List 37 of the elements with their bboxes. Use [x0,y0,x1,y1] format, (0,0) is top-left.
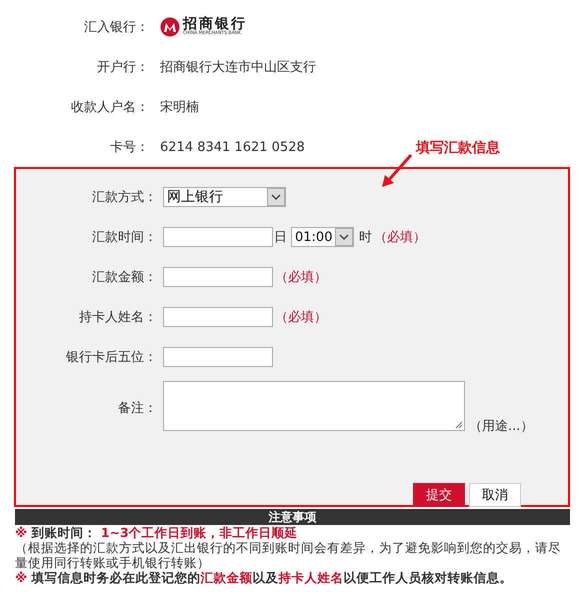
input-field[interactable] [163,227,273,247]
resize-grip-icon[interactable] [455,421,463,429]
field-label: 汇款方式： [91,189,158,206]
notice-header: 注意事项 [15,509,570,525]
text-area[interactable] [163,381,465,431]
field-value: 招商银行大连市中山区支行 [160,59,316,76]
input-field[interactable] [163,347,273,367]
hint-text: （用途...） [469,418,534,435]
submit-button[interactable]: 提交 [413,483,465,507]
dropdown[interactable]: 01:00 [291,227,354,247]
input-field[interactable] [163,307,273,327]
bank-logo-icon [160,17,180,37]
required-note: （必填） [275,269,327,286]
field-value: 6214 8341 1621 0528 [160,140,305,154]
dropdown[interactable]: 网上银行 [163,187,286,207]
required-note: （必填） [374,229,426,246]
required-note: （必填） [275,309,327,326]
field-label: 收款人户名： [70,99,150,116]
annotation-text: 填写汇款信息 [416,139,500,157]
arrow-icon [380,153,414,189]
field-label: 汇入银行： [83,19,150,36]
input-field[interactable] [163,267,273,287]
field-label: 备注： [117,400,158,417]
field-label: 卡号： [109,139,150,156]
notice-text: （根据选择的汇款方式以及汇出银行的不同到账时间会有差异，为了避免影响到您的交易，请尽量使用同行转账或手机银行转账） [15,540,562,570]
unit-label: 时 [359,229,372,246]
field-label: 汇款金额： [91,269,158,286]
bank-name: 招商银行 [183,17,247,32]
field-label: 持卡人姓名： [78,309,158,326]
unit-label: 日 [274,229,287,246]
field-value: 宋明楠 [160,99,199,116]
notice-text: ※ 到账时间： 1~3个工作日到账，非工作日顺延 [15,525,299,540]
field-label: 汇款时间： [91,229,158,246]
notice-text: ※ 填写信息时务必在此登记您的汇款金额以及持卡人姓名以便工作人员核对转账信息。 [15,570,514,585]
field-label: 银行卡后五位： [65,349,158,366]
field-label: 开户行： [96,59,150,76]
cancel-button[interactable]: 取消 [469,483,521,507]
